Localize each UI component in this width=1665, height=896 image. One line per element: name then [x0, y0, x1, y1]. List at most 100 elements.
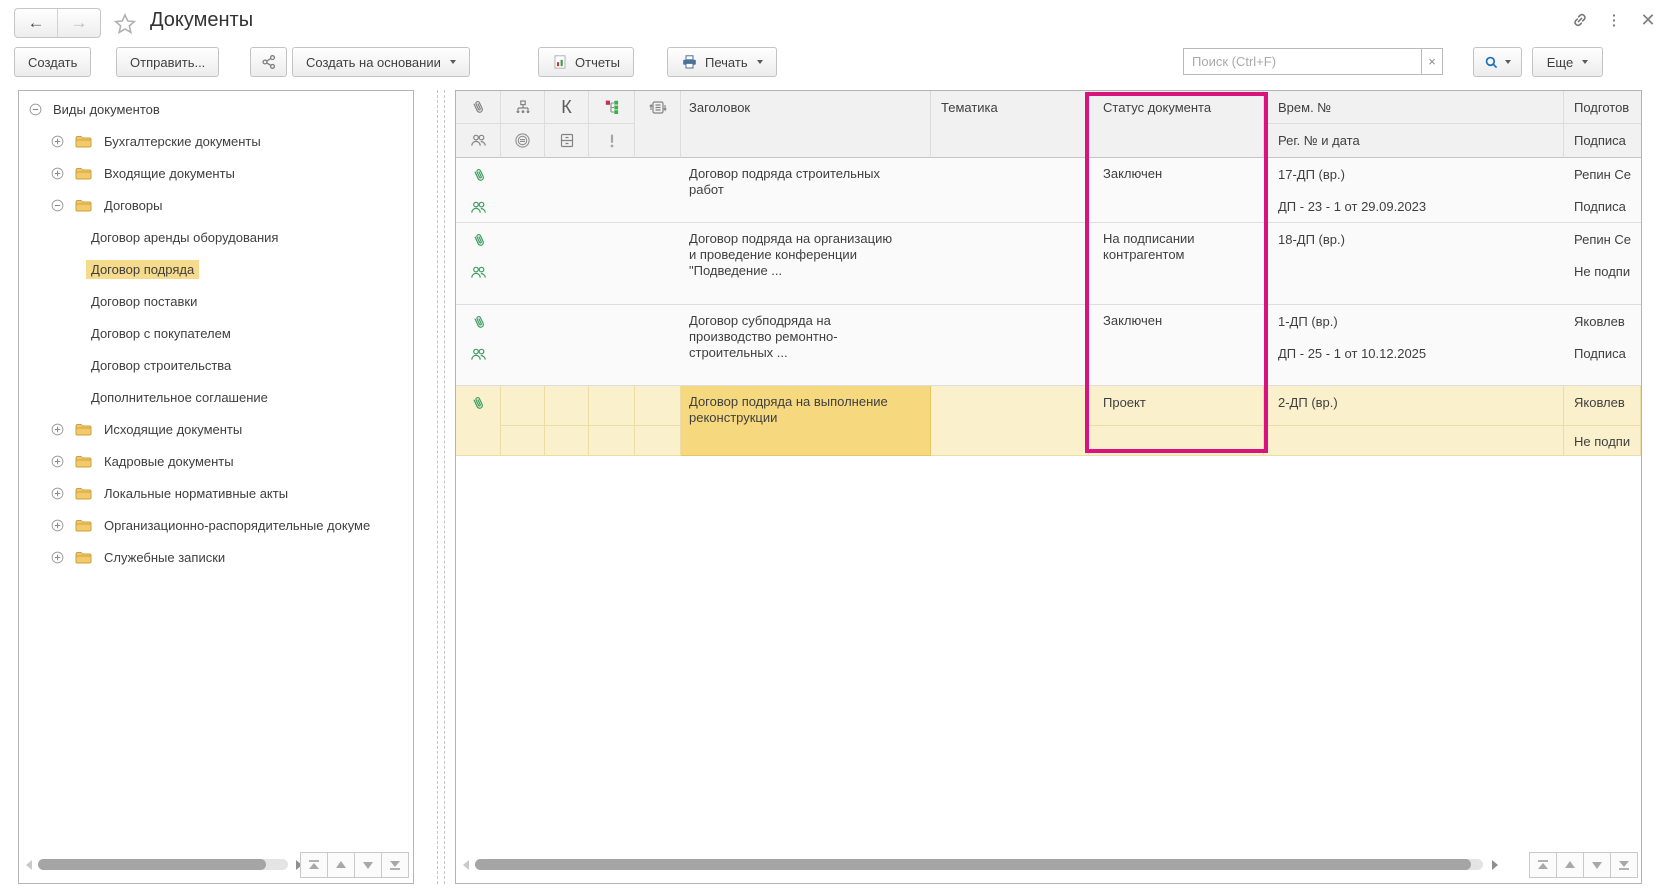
close-icon[interactable]: ✕: [1631, 7, 1665, 33]
row-icons[interactable]: [456, 305, 501, 386]
tree-item[interactable]: Договор строительства: [19, 349, 413, 381]
col-header-numbers[interactable]: Врем. № Рег. № и дата: [1264, 91, 1564, 158]
cell-numbers[interactable]: 1-ДП (вр.) ДП - 25 - 1 от 10.12.2025: [1264, 305, 1564, 386]
cell-people[interactable]: Яковлев Не подпи: [1564, 386, 1641, 456]
row-icons[interactable]: [456, 158, 501, 223]
cell-title-focused[interactable]: Договор подряда на выполнение реконструк…: [681, 386, 931, 456]
cell-people[interactable]: Яковлев Подписа: [1564, 305, 1641, 386]
cell-numbers[interactable]: 18-ДП (вр.): [1264, 223, 1564, 305]
col-header-workflow[interactable]: [635, 91, 681, 158]
tree-item[interactable]: Служебные записки: [19, 541, 413, 573]
tree-item[interactable]: Организационно-распорядительные докуме: [19, 509, 413, 541]
cell-numbers[interactable]: 2-ДП (вр.): [1264, 386, 1564, 456]
col-header-temp-no[interactable]: Врем. №: [1264, 91, 1563, 124]
expand-icon[interactable]: [51, 487, 64, 500]
more-button[interactable]: Еще: [1532, 47, 1603, 77]
cell-theme[interactable]: [931, 223, 1089, 305]
more-menu-icon[interactable]: ⋮: [1597, 7, 1631, 33]
cell[interactable]: [589, 305, 635, 386]
tree-item[interactable]: Дополнительное соглашение: [19, 381, 413, 413]
cell-numbers[interactable]: 17-ДП (вр.) ДП - 23 - 1 от 29.09.2023: [1264, 158, 1564, 223]
tree-item[interactable]: Договор аренды оборудования: [19, 221, 413, 253]
tree-item[interactable]: Локальные нормативные акты: [19, 477, 413, 509]
scroll-to-top-button[interactable]: [1529, 852, 1557, 878]
cell[interactable]: [545, 305, 589, 386]
cell[interactable]: [635, 223, 681, 305]
send-button[interactable]: Отправить...: [116, 47, 219, 77]
cell-status[interactable]: Заключен: [1089, 305, 1264, 386]
cell-title[interactable]: Договор подряда строительных работ: [681, 158, 931, 223]
expand-icon[interactable]: [51, 167, 64, 180]
expand-icon[interactable]: [51, 455, 64, 468]
col-header-title[interactable]: Заголовок: [681, 91, 931, 158]
reports-button[interactable]: Отчеты: [538, 47, 634, 77]
cell[interactable]: [635, 386, 681, 456]
cell[interactable]: [635, 305, 681, 386]
create-based-on-button[interactable]: Создать на основании: [292, 47, 470, 77]
col-header-state-tree[interactable]: [589, 91, 635, 158]
cell[interactable]: [501, 223, 545, 305]
tree-item[interactable]: Входящие документы: [19, 157, 413, 189]
back-button[interactable]: ←: [15, 9, 58, 37]
tree-item[interactable]: Исходящие документы: [19, 413, 413, 445]
cell-status[interactable]: На подписании контрагентом: [1089, 223, 1264, 305]
scroll-down-button[interactable]: [354, 852, 382, 878]
col-header-prepared[interactable]: Подготов: [1564, 91, 1641, 124]
cell-people[interactable]: Репин Се Подписа: [1564, 158, 1641, 223]
collapse-icon[interactable]: [29, 103, 42, 116]
cell-people[interactable]: Репин Се Не подпи: [1564, 223, 1641, 305]
panel-splitter[interactable]: [444, 90, 445, 884]
print-button[interactable]: Печать: [667, 47, 777, 77]
search-input[interactable]: [1183, 48, 1421, 75]
collapse-icon[interactable]: [51, 199, 64, 212]
col-header-theme[interactable]: Тематика: [931, 91, 1089, 158]
scrollbar-track[interactable]: [38, 859, 288, 870]
cell-theme[interactable]: [931, 386, 1089, 456]
share-button[interactable]: [250, 47, 287, 77]
scrollbar-track[interactable]: [475, 859, 1483, 870]
scroll-up-button[interactable]: [1556, 852, 1584, 878]
col-header-signed[interactable]: Подписа: [1564, 124, 1641, 157]
scroll-to-top-button[interactable]: [300, 852, 328, 878]
cell-status[interactable]: Проект: [1089, 386, 1264, 456]
tree-item[interactable]: Договор с покупателем: [19, 317, 413, 349]
cell[interactable]: [635, 158, 681, 223]
panel-splitter[interactable]: [437, 90, 438, 884]
cell-status[interactable]: Заключен: [1089, 158, 1264, 223]
row-icons[interactable]: [456, 223, 501, 305]
scroll-to-bottom-button[interactable]: [1610, 852, 1638, 878]
col-header-reg-no[interactable]: Рег. № и дата: [1264, 124, 1563, 157]
cell[interactable]: [501, 305, 545, 386]
search-clear-icon[interactable]: ×: [1421, 48, 1443, 75]
cell[interactable]: [545, 158, 589, 223]
cell-theme[interactable]: [931, 158, 1089, 223]
expand-icon[interactable]: [51, 135, 64, 148]
col-header-status[interactable]: Статус документа: [1089, 91, 1264, 158]
row-icons[interactable]: [456, 386, 501, 456]
copy-link-icon[interactable]: [1563, 7, 1597, 33]
col-header-attachment[interactable]: [456, 91, 501, 158]
scrollbar-thumb[interactable]: [38, 859, 266, 870]
expand-icon[interactable]: [51, 519, 64, 532]
cell[interactable]: [589, 223, 635, 305]
expand-icon[interactable]: [51, 551, 64, 564]
col-header-hierarchy[interactable]: [501, 91, 545, 158]
tree-item[interactable]: Бухгалтерские документы: [19, 125, 413, 157]
forward-button[interactable]: →: [58, 9, 100, 37]
scroll-to-bottom-button[interactable]: [381, 852, 409, 878]
cell-title[interactable]: Договор подряда на организацию и проведе…: [681, 223, 931, 305]
tree-item-selected[interactable]: Договор подряда: [19, 253, 413, 285]
scroll-down-button[interactable]: [1583, 852, 1611, 878]
cell-theme[interactable]: [931, 305, 1089, 386]
scroll-up-button[interactable]: [327, 852, 355, 878]
col-header-people[interactable]: Подготов Подписа: [1564, 91, 1641, 158]
search-button[interactable]: [1473, 47, 1522, 77]
create-button[interactable]: Создать: [14, 47, 91, 77]
scroll-left-icon[interactable]: [26, 860, 32, 870]
cell[interactable]: [589, 386, 635, 456]
expand-icon[interactable]: [51, 423, 64, 436]
col-header-k[interactable]: К: [545, 91, 589, 158]
tree-item-root[interactable]: Виды документов: [19, 93, 413, 125]
tree-item[interactable]: Договор поставки: [19, 285, 413, 317]
cell[interactable]: [501, 386, 545, 456]
